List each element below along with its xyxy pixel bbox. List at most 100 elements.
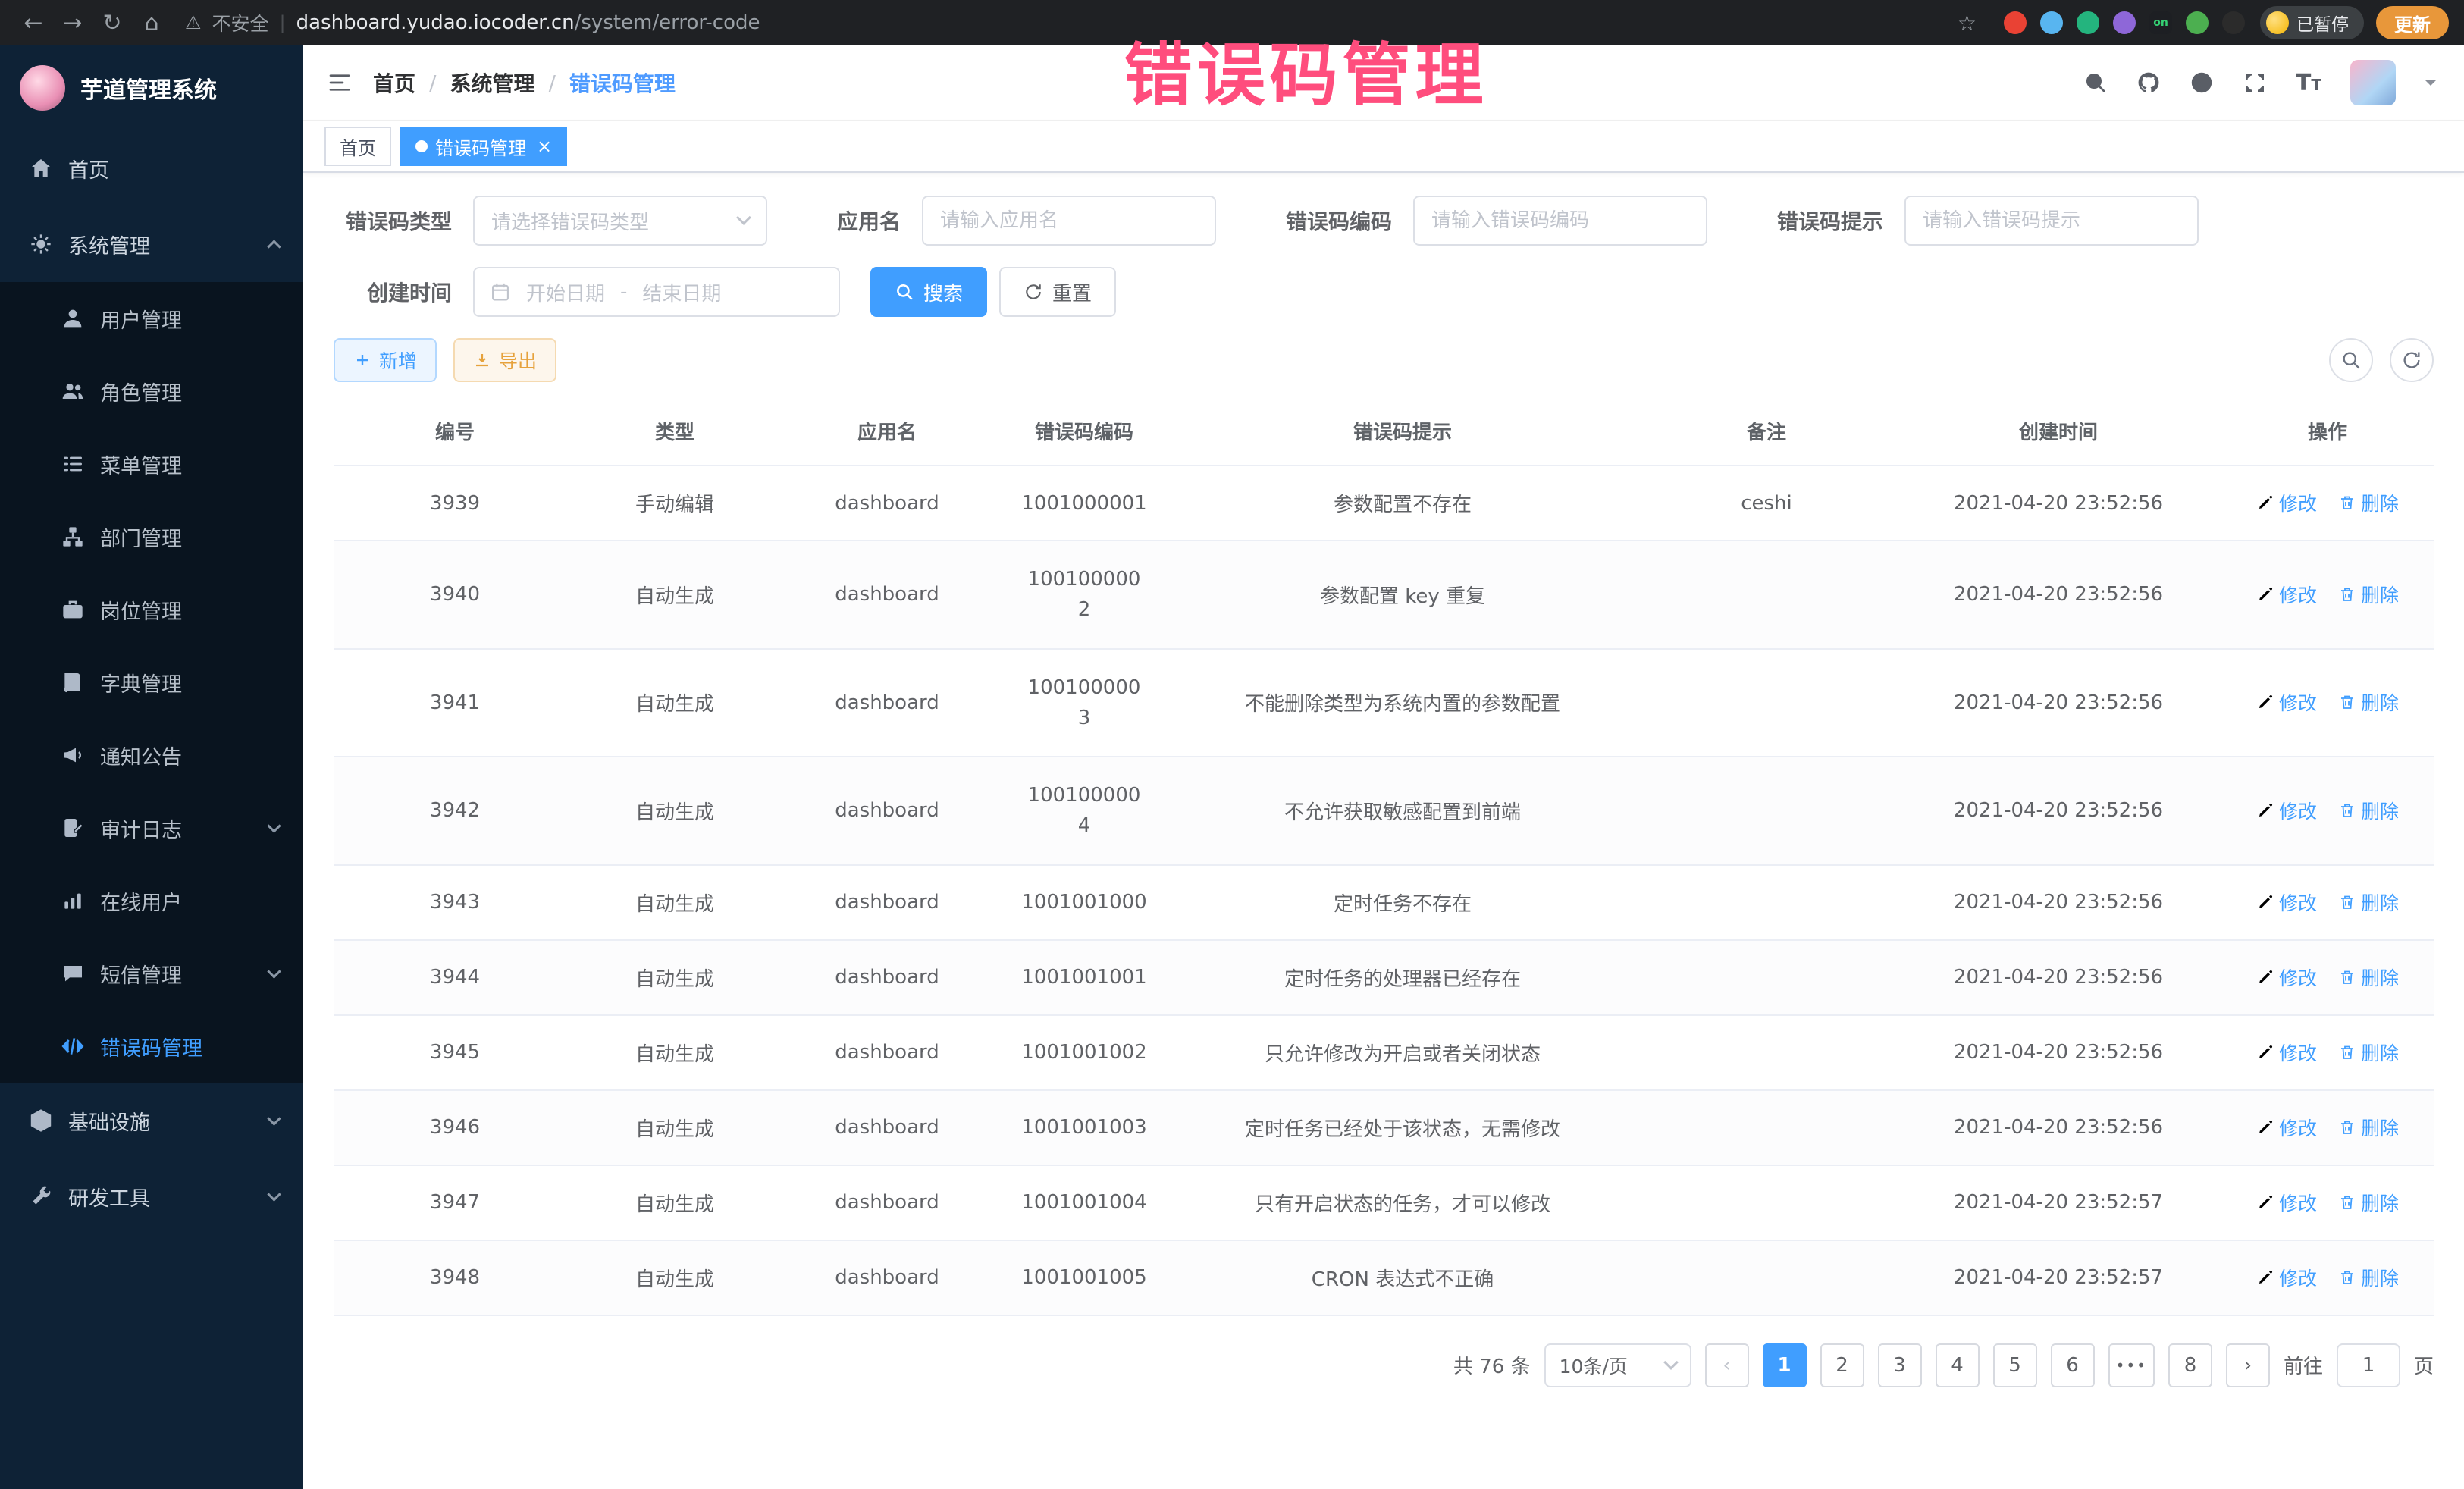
page-button-8[interactable]: 8 (2168, 1343, 2212, 1387)
goto-page-input[interactable] (2337, 1343, 2400, 1387)
next-page-button[interactable]: › (2226, 1343, 2270, 1387)
date-range-picker[interactable]: 开始日期 - 结束日期 (473, 267, 840, 317)
sidebar-item-dictionary[interactable]: 字典管理 (0, 646, 303, 719)
reload-icon[interactable]: ↻ (94, 10, 130, 36)
delete-link[interactable]: 删除 (2338, 688, 2399, 716)
delete-link[interactable]: 删除 (2338, 1189, 2399, 1216)
prev-page-button[interactable]: ‹ (1705, 1343, 1749, 1387)
page-size-select[interactable]: 10条/页 (1544, 1343, 1691, 1387)
edit-link[interactable]: 修改 (2256, 1264, 2317, 1291)
avatar-caret-icon[interactable] (2425, 80, 2437, 92)
page-button-2[interactable]: 2 (1820, 1343, 1864, 1387)
address-bar[interactable]: ⚠ 不安全 | dashboard.yudao.iocoder.cn/syste… (173, 9, 1989, 36)
delete-link[interactable]: 删除 (2338, 797, 2399, 824)
page-button-6[interactable]: 6 (2051, 1343, 2095, 1387)
extension-blue-icon[interactable] (2040, 11, 2063, 34)
edit-link[interactable]: 修改 (2256, 797, 2317, 824)
help-icon[interactable] (2190, 71, 2214, 95)
cell-hint: 参数配置 key 重复 (1168, 541, 1638, 649)
pencil-icon (2256, 585, 2274, 603)
goto-label: 前往 (2284, 1351, 2323, 1379)
sidebar-item-sms[interactable]: 短信管理 (0, 937, 303, 1010)
browser-home-icon[interactable]: ⌂ (133, 10, 170, 36)
sidebar-item-roles[interactable]: 角色管理 (0, 355, 303, 428)
search-icon[interactable] (2083, 71, 2108, 95)
sidebar-item-error-code[interactable]: 错误码管理 (0, 1010, 303, 1083)
add-button[interactable]: 新增 (334, 338, 437, 382)
edit-link[interactable]: 修改 (2256, 889, 2317, 916)
page-button-5[interactable]: 5 (1993, 1343, 2037, 1387)
sidebar-item-menus[interactable]: 菜单管理 (0, 428, 303, 500)
audit-log-icon (61, 816, 85, 840)
font-size-icon[interactable]: TT (2296, 70, 2321, 96)
extension-red-icon[interactable] (2004, 11, 2027, 34)
extension-purple-icon[interactable] (2113, 11, 2136, 34)
edit-link[interactable]: 修改 (2256, 964, 2317, 991)
delete-link[interactable]: 删除 (2338, 581, 2399, 608)
table-row: 3941 自动生成 dashboard 1001000003 不能删除类型为系统… (334, 649, 2434, 757)
reset-button[interactable]: 重置 (999, 267, 1116, 317)
user-avatar[interactable] (2350, 60, 2396, 105)
extension-green-icon[interactable] (2077, 11, 2099, 34)
sidebar-item-users[interactable]: 用户管理 (0, 282, 303, 355)
pencil-icon (2256, 693, 2274, 711)
extension-on-icon[interactable]: on (2149, 11, 2172, 34)
app-logo[interactable]: 芋道管理系统 (0, 45, 303, 130)
sidebar-item-infrastructure[interactable]: 基础设施 (0, 1083, 303, 1158)
warning-icon: ⚠ (185, 12, 202, 33)
error-type-select[interactable]: 请选择错误码类型 (473, 196, 767, 246)
edit-link[interactable]: 修改 (2256, 1114, 2317, 1141)
sidebar-item-dev-tools[interactable]: 研发工具 (0, 1158, 303, 1234)
annotation-title: 错误码管理 (1124, 20, 1488, 118)
close-icon[interactable]: × (537, 136, 552, 157)
edit-link[interactable]: 修改 (2256, 1189, 2317, 1216)
delete-link[interactable]: 删除 (2338, 1039, 2399, 1066)
page-button-3[interactable]: 3 (1878, 1343, 1922, 1387)
sidebar-item-posts[interactable]: 岗位管理 (0, 573, 303, 646)
sidebar-item-system[interactable]: 系统管理 (0, 206, 303, 282)
sidebar-item-departments[interactable]: 部门管理 (0, 500, 303, 573)
delete-link[interactable]: 删除 (2338, 1264, 2399, 1291)
bookmark-star-icon[interactable]: ☆ (1958, 11, 1977, 36)
browser-update-button[interactable]: 更新 (2376, 6, 2449, 39)
refresh-icon (1024, 282, 1043, 302)
show-search-button[interactable] (2329, 338, 2373, 382)
refresh-table-button[interactable] (2390, 338, 2434, 382)
sidebar-item-notices[interactable]: 通知公告 (0, 719, 303, 792)
delete-link[interactable]: 删除 (2338, 964, 2399, 991)
extension-pin-icon[interactable] (2222, 11, 2245, 34)
error-code-input[interactable] (1413, 196, 1707, 246)
edit-link[interactable]: 修改 (2256, 1039, 2317, 1066)
breadcrumb-system[interactable]: 系统管理 (450, 67, 534, 98)
delete-link[interactable]: 删除 (2338, 889, 2399, 916)
cell-app: dashboard (773, 466, 1001, 541)
cell-time: 2021-04-20 23:52:56 (1895, 541, 2221, 649)
sidebar-toggle-icon[interactable] (328, 71, 352, 95)
search-button[interactable]: 搜索 (870, 267, 987, 317)
cell-hint: 不能删除类型为系统内置的参数配置 (1168, 649, 1638, 757)
pagination-more-button[interactable]: ••• (2108, 1343, 2155, 1387)
page-button-4[interactable]: 4 (1936, 1343, 1980, 1387)
page-button-1[interactable]: 1 (1763, 1343, 1807, 1387)
sidebar-item-audit-log[interactable]: 审计日志 (0, 792, 303, 864)
export-button[interactable]: 导出 (453, 338, 556, 382)
breadcrumb-home[interactable]: 首页 (373, 67, 415, 98)
edit-link[interactable]: 修改 (2256, 581, 2317, 608)
sidebar-item-online-users[interactable]: 在线用户 (0, 864, 303, 937)
back-icon[interactable]: ← (15, 10, 52, 36)
profile-paused-chip[interactable]: 已暂停 (2260, 6, 2364, 39)
github-icon[interactable] (2136, 71, 2161, 95)
cell-ops: 修改删除 (2221, 466, 2434, 541)
delete-link[interactable]: 删除 (2338, 1114, 2399, 1141)
extension-green2-icon[interactable] (2186, 11, 2209, 34)
error-hint-input[interactable] (1904, 196, 2199, 246)
tab-home[interactable]: 首页 (324, 127, 391, 166)
edit-link[interactable]: 修改 (2256, 489, 2317, 516)
delete-link[interactable]: 删除 (2338, 489, 2399, 516)
tab-error-code[interactable]: 错误码管理 × (400, 127, 567, 166)
edit-link[interactable]: 修改 (2256, 688, 2317, 716)
app-name-input[interactable] (922, 196, 1216, 246)
sidebar-item-home[interactable]: 首页 (0, 130, 303, 206)
fullscreen-icon[interactable] (2243, 71, 2267, 95)
forward-icon[interactable]: → (55, 10, 91, 36)
